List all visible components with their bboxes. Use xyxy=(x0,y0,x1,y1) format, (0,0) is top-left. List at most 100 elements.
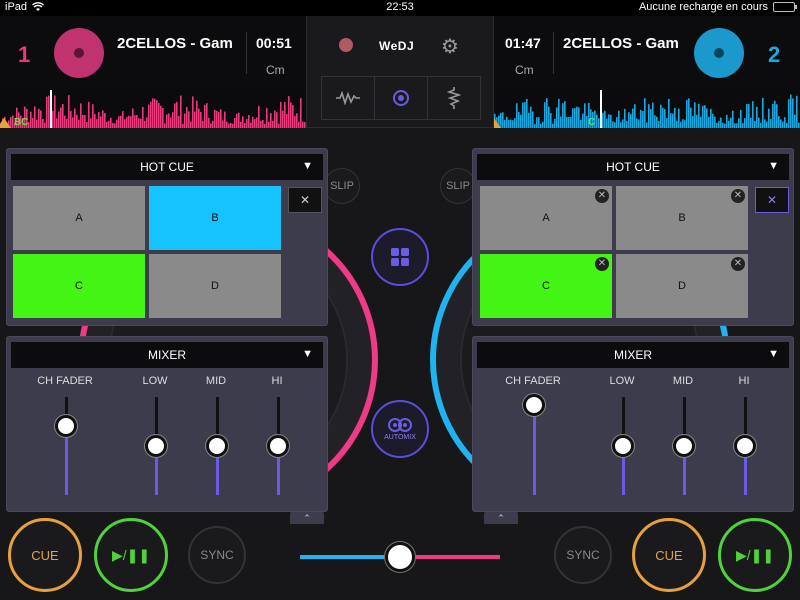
deck-1-hot-cue-dropdown[interactable]: HOT CUE ▼ xyxy=(11,154,323,180)
fader-knob[interactable] xyxy=(523,394,545,416)
fader-track xyxy=(65,397,68,495)
pad-label: D xyxy=(211,280,219,292)
fader-knob[interactable] xyxy=(206,435,228,457)
divider xyxy=(553,32,554,74)
deck-1-channel-fader[interactable] xyxy=(53,397,79,495)
deck-1-hot-cue-pad-a[interactable]: A xyxy=(13,186,145,250)
deck-2-number: 2 xyxy=(768,42,781,67)
pad-label: C xyxy=(75,280,83,292)
deck-1-eq-low[interactable] xyxy=(143,397,169,495)
crossfader-right-segment xyxy=(400,555,500,559)
deck-1-hot-cue-pad-b[interactable]: B xyxy=(149,186,281,250)
grid-icon xyxy=(391,248,409,266)
deck-1-slip-button[interactable]: SLIP xyxy=(324,168,360,204)
deck-1-waveform[interactable]: BC xyxy=(0,90,306,128)
divider xyxy=(246,32,247,74)
deck-2-eq-hi[interactable] xyxy=(732,397,758,495)
deck-2-channel-fader[interactable] xyxy=(521,394,547,495)
gear-icon[interactable]: ⚙ xyxy=(441,34,459,59)
battery-icon xyxy=(773,2,797,12)
deck-2-cue-button[interactable]: CUE xyxy=(632,518,706,592)
deck-2-hot-cue-delete-button[interactable]: ✕ xyxy=(755,187,789,213)
clear-cue-icon[interactable]: ✕ xyxy=(595,189,609,203)
deck-1-cue-marker xyxy=(0,118,11,128)
deck-2-playhead xyxy=(600,90,602,128)
status-bar: iPad 22:53 Aucune recharge en cours xyxy=(0,0,800,16)
pad-label: A xyxy=(542,212,550,224)
fader-fill xyxy=(533,405,536,495)
fader-knob[interactable] xyxy=(612,435,634,457)
pad-grid-button[interactable] xyxy=(371,228,429,286)
deck-1-sync-button[interactable]: SYNC xyxy=(188,526,246,584)
deck-1-panel-toggle[interactable]: ⌃ xyxy=(290,512,324,524)
waveform-view-icon[interactable] xyxy=(322,77,375,119)
deck-2-waveform[interactable]: C xyxy=(494,90,800,128)
deck-1-platter-thumb[interactable] xyxy=(54,28,104,78)
jog-view-icon[interactable] xyxy=(375,77,428,119)
automix-button[interactable]: AUTOMIX xyxy=(371,400,429,458)
deck-1-mixer-dropdown[interactable]: MIXER ▼ xyxy=(11,342,323,368)
record-button[interactable] xyxy=(339,38,353,52)
hi-label: HI xyxy=(271,375,283,387)
deck-1-eq-hi[interactable] xyxy=(265,397,291,495)
deck-2-cue-marker xyxy=(494,118,501,128)
clear-cue-icon[interactable]: ✕ xyxy=(595,257,609,271)
deck-1-number: 1 xyxy=(18,42,31,67)
deck-2-slip-button[interactable]: SLIP xyxy=(440,168,476,204)
deck-1-hot-cue-header: HOT CUE xyxy=(140,160,194,174)
deck-2-mixer-dropdown[interactable]: MIXER ▼ xyxy=(477,342,789,368)
deck-2-play-pause-button[interactable]: ▶/❚❚ xyxy=(718,518,792,592)
pad-label: D xyxy=(678,280,686,292)
battery-status-text: Aucune recharge en cours xyxy=(638,1,768,13)
deck-2-hot-cue-panel: HOT CUE ▼ A ✕ B ✕ C ✕ D ✕ ✕ xyxy=(472,148,794,326)
center-control-box: WeDJ ⚙ xyxy=(306,16,494,128)
deck-2-hot-cue-pad-b[interactable]: B ✕ xyxy=(616,186,748,250)
deck-1-hot-cue-pad-c[interactable]: C xyxy=(13,254,145,318)
deck-2-eq-mid[interactable] xyxy=(671,397,697,495)
caret-down-icon: ▼ xyxy=(302,348,313,360)
hi-label: HI xyxy=(738,375,750,387)
deck-1-mixer-panel: MIXER ▼ CH FADER LOW MID HI xyxy=(6,336,328,512)
deck-1-hot-cue-delete-button[interactable]: ✕ xyxy=(288,187,322,213)
fader-knob[interactable] xyxy=(267,435,289,457)
deck-2-hot-cue-pad-c[interactable]: C ✕ xyxy=(480,254,612,318)
deck-2-hot-cue-header: HOT CUE xyxy=(606,160,660,174)
vertical-waveform-view-icon[interactable] xyxy=(428,77,480,119)
fader-knob[interactable] xyxy=(734,435,756,457)
fader-knob[interactable] xyxy=(55,414,77,437)
deck-1-cue-button[interactable]: CUE xyxy=(8,518,82,592)
pad-label: A xyxy=(75,212,83,224)
deck-2-track-title[interactable]: 2CELLOS - Gam xyxy=(563,35,683,52)
crossfader-knob[interactable] xyxy=(385,542,415,572)
caret-down-icon: ▼ xyxy=(768,160,779,172)
automix-label: AUTOMIX xyxy=(384,434,416,441)
deck-1-eq-mid[interactable] xyxy=(204,397,230,495)
automix-icon xyxy=(388,418,412,432)
deck-1-track-title[interactable]: 2CELLOS - Gam xyxy=(117,35,237,52)
ch-fader-label: CH FADER xyxy=(505,375,561,387)
fader-knob[interactable] xyxy=(673,435,695,457)
deck-2-hot-cue-pad-d[interactable]: D ✕ xyxy=(616,254,748,318)
clear-cue-icon[interactable]: ✕ xyxy=(731,189,745,203)
deck-2-time: 01:47 xyxy=(505,35,541,51)
deck-1-cue-labels: BC xyxy=(14,117,29,128)
caret-down-icon: ▼ xyxy=(768,348,779,360)
deck-2-panel-toggle[interactable]: ⌃ xyxy=(484,512,518,524)
deck-1-mixer-header: MIXER xyxy=(147,348,186,362)
deck-2-platter-thumb[interactable] xyxy=(694,28,744,78)
view-switcher xyxy=(321,76,481,120)
deck-2-hot-cue-dropdown[interactable]: HOT CUE ▼ xyxy=(477,154,789,180)
deck-1-play-pause-button[interactable]: ▶/❚❚ xyxy=(94,518,168,592)
pad-label: C xyxy=(542,280,550,292)
deck-2-eq-low[interactable] xyxy=(610,397,636,495)
deck-2-hot-cue-pad-a[interactable]: A ✕ xyxy=(480,186,612,250)
pad-label: B xyxy=(678,212,686,224)
deck-2-sync-button[interactable]: SYNC xyxy=(554,526,612,584)
deck-1-hot-cue-pad-d[interactable]: D xyxy=(149,254,281,318)
deck-1-time: 00:51 xyxy=(256,35,292,51)
deck-2-mixer-header: MIXER xyxy=(613,348,652,362)
clear-cue-icon[interactable]: ✕ xyxy=(731,257,745,271)
deck-1-playhead xyxy=(50,90,52,128)
deck-1-hot-cue-panel: HOT CUE ▼ A B C D ✕ xyxy=(6,148,328,326)
fader-knob[interactable] xyxy=(145,435,167,457)
